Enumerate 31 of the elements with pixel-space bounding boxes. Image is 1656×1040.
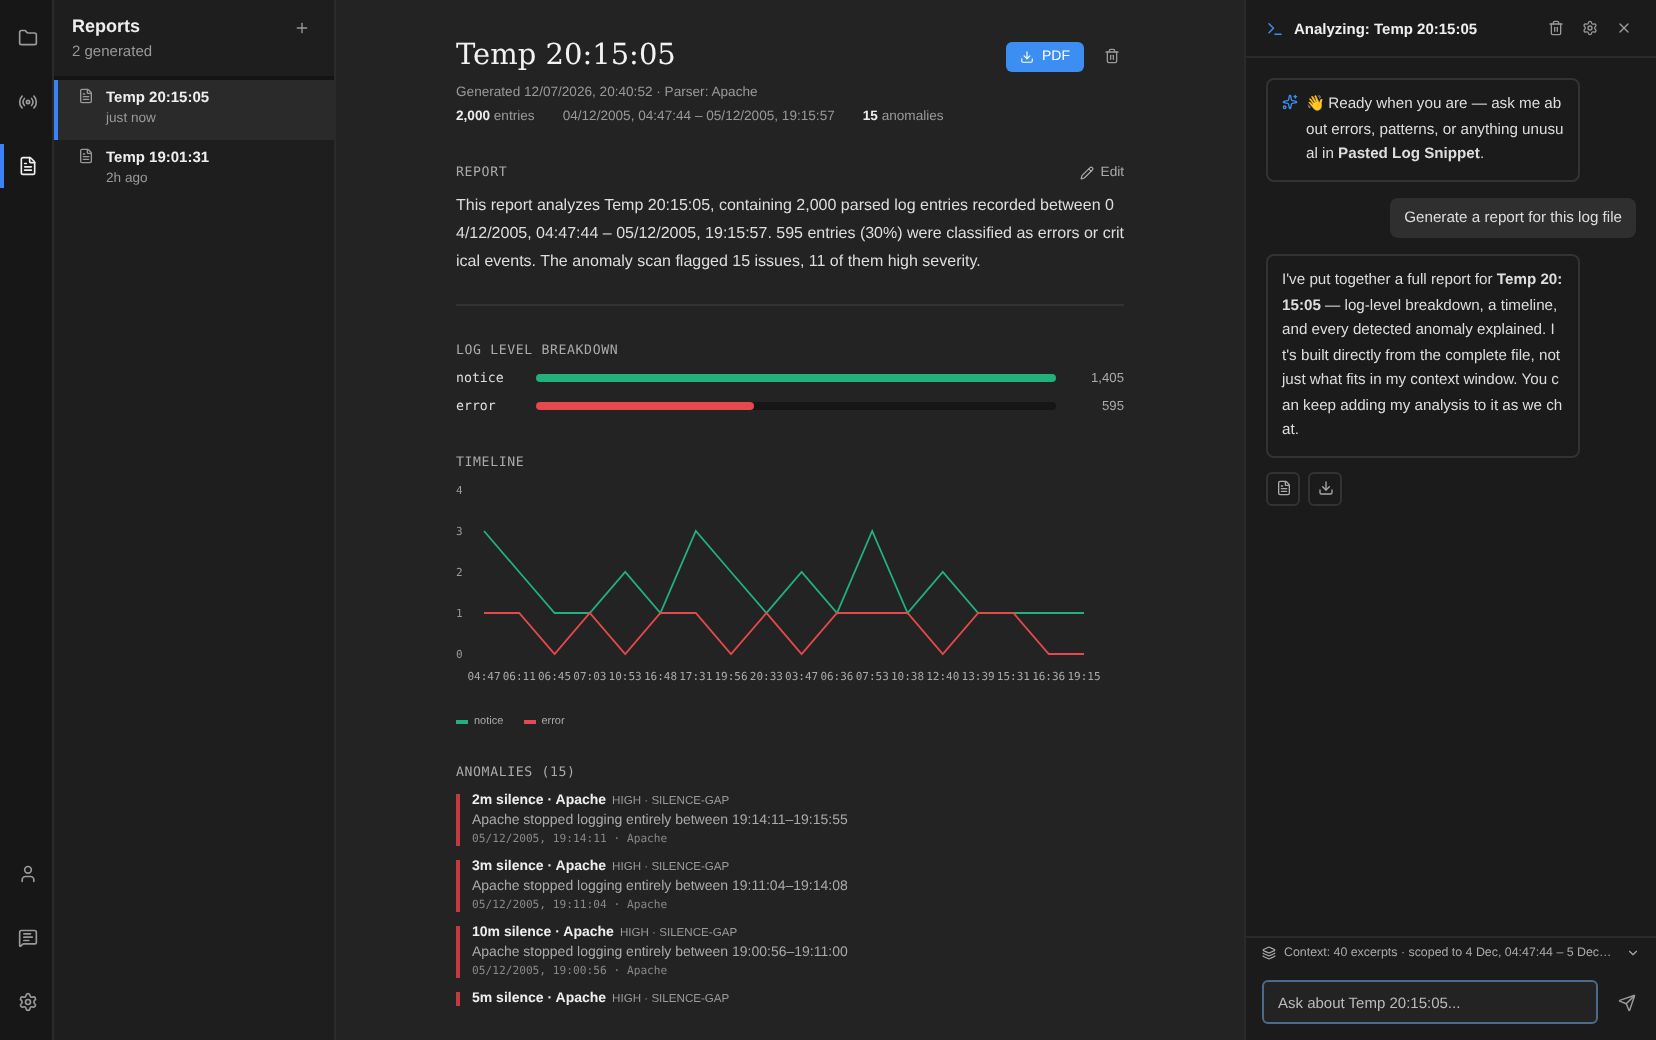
report-summary: This report analyzes Temp 20:15:05, containing 2,000 parsed log entries recorded between 04/12/2005, 04:47:44 – 05/12/2005, 19:15:57. 595 entries (30%) were classified as errors or critical events. The anomaly scan flagged 15 issues, 11 of them high severity. (456, 194, 1124, 274)
delete-button[interactable] (1100, 44, 1124, 68)
signal-icon (18, 92, 38, 112)
document-icon (18, 156, 38, 176)
download-button[interactable] (1308, 471, 1342, 505)
report-title: Temp 20:15:05 (456, 40, 676, 72)
trash-icon (1104, 48, 1120, 64)
delete-button[interactable] (1544, 16, 1568, 40)
chevron-icon (1626, 946, 1640, 960)
download-icon (1317, 480, 1333, 496)
settings-button[interactable] (1578, 16, 1602, 40)
pencil-icon (1080, 165, 1095, 179)
plus-icon (294, 20, 310, 36)
sidebar-title: Reports (72, 16, 143, 36)
layers-icon (1262, 946, 1276, 960)
document-icon (78, 148, 94, 164)
terminal-icon (1266, 19, 1284, 37)
user-icon (18, 864, 38, 884)
report-button[interactable] (1266, 471, 1300, 505)
send-button[interactable] (1614, 989, 1640, 1015)
sparkle-icon (1282, 94, 1298, 110)
document-icon (78, 88, 94, 104)
send-icon (1618, 993, 1636, 1011)
chat-icon (18, 928, 38, 948)
close-icon (1616, 20, 1632, 36)
download-icon (1020, 49, 1034, 63)
folder-icon (18, 28, 38, 48)
document-icon (1275, 480, 1291, 496)
settings-icon (18, 992, 38, 1012)
settings-icon (1582, 20, 1598, 36)
trash-icon (1548, 20, 1564, 36)
